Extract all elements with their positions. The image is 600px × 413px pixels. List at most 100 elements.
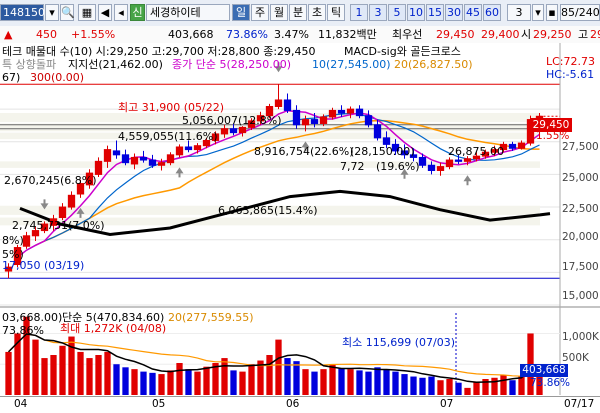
- candle-body: [58, 206, 67, 219]
- quote-bar: ▲ 450 +1.55% 403,668 73.86% 3.47% 11,832…: [0, 26, 600, 44]
- candle-body: [229, 128, 238, 134]
- volume-profile-band: [0, 132, 540, 140]
- stock-name-field[interactable]: 세경하이테: [146, 4, 230, 21]
- custom-interval-input[interactable]: 3: [507, 4, 531, 21]
- volume-bar: [266, 355, 273, 395]
- prev-stock-button[interactable]: ◂: [114, 4, 128, 21]
- page-counter[interactable]: 85/240: [560, 4, 600, 21]
- price-tick: 22,500: [562, 203, 599, 215]
- change-percent: +1.55%: [71, 28, 116, 41]
- turnover-percent: 3.47%: [274, 28, 309, 41]
- volume-legend-value: 03,668.00): [2, 311, 63, 324]
- volume-bar: [5, 351, 12, 395]
- stock-info-icon[interactable]: ▦: [78, 4, 96, 21]
- price-tick: 27,500: [562, 141, 599, 153]
- interval-button[interactable]: 3: [369, 4, 387, 21]
- settings-icon[interactable]: ▪: [546, 4, 558, 21]
- interval-button[interactable]: 15: [426, 4, 444, 21]
- volume-bar: [392, 371, 399, 395]
- volume-bar: [419, 377, 426, 395]
- search-icon[interactable]: 🔍: [60, 4, 75, 21]
- volume-bar: [41, 358, 48, 395]
- x-label: 07/17: [564, 398, 595, 410]
- candle-body: [310, 119, 319, 124]
- volume-bar: [149, 372, 156, 395]
- volume-profile-4: 7,72: [340, 160, 365, 173]
- volume-bar: [239, 371, 246, 395]
- x-label: 06: [286, 398, 300, 410]
- volume-value: 403,668: [168, 28, 214, 41]
- candle-body: [166, 154, 175, 164]
- candle-body: [463, 158, 472, 162]
- period-tab[interactable]: 틱: [327, 4, 345, 21]
- legend-ma300: 300(0.00): [30, 71, 85, 84]
- volume-tick: 1,000K: [562, 331, 599, 343]
- volume-bar: [347, 369, 354, 395]
- volume-bar: [59, 345, 66, 395]
- interval-button[interactable]: 45: [464, 4, 482, 21]
- period-tab[interactable]: 초: [308, 4, 326, 21]
- volume-bar: [473, 381, 480, 395]
- min-volume-label: 최소 115,699 (07/03): [342, 336, 456, 349]
- legend-breakout: 특 상향돌파: [2, 58, 57, 71]
- legend-ohlc: 테크 매물대 수(10) 시:29,250 고:29,700 저:28,800 …: [2, 45, 316, 58]
- legend-support: 지지선(21,462.00): [68, 58, 163, 71]
- volume-bar: [230, 370, 237, 395]
- x-label: 04: [14, 398, 28, 410]
- candle-body: [355, 108, 364, 117]
- best-ask: 29,450: [436, 28, 475, 41]
- candle-body: [346, 108, 355, 114]
- high-price: 29,: [590, 28, 600, 41]
- stock-code-input[interactable]: 148150: [0, 4, 45, 21]
- volume-bar: [221, 358, 228, 395]
- new-button[interactable]: 신: [130, 4, 145, 21]
- volume-bar: [320, 369, 327, 395]
- candle-body: [301, 119, 310, 126]
- volume-bar: [86, 358, 93, 395]
- volume-bar: [428, 376, 435, 395]
- volume-profile-5: 2,670,245(6.8%): [4, 174, 97, 187]
- price-tick: 20,000: [562, 231, 599, 243]
- candle-body: [328, 109, 337, 118]
- volume-bar: [338, 368, 345, 395]
- period-tab[interactable]: 분: [289, 4, 307, 21]
- volume-bar: [302, 369, 309, 395]
- volume-bar: [401, 374, 408, 395]
- period-tab[interactable]: 주: [251, 4, 269, 21]
- interval-button[interactable]: 30: [445, 4, 463, 21]
- volume-bar: [509, 380, 516, 395]
- lc-value: LC:72.73: [546, 55, 596, 68]
- volume-bar: [311, 371, 318, 395]
- volume-bar: [500, 375, 507, 395]
- custom-interval-dropdown[interactable]: ▾: [532, 4, 544, 21]
- volume-bar: [122, 367, 129, 395]
- max-volume-label: 최대 1,272K (04/08): [60, 322, 167, 335]
- volume-bar: [293, 361, 300, 395]
- volume-bar: [248, 364, 255, 395]
- volume-bar: [437, 380, 444, 395]
- volume-profile-2: 4,559,055(11.6%): [118, 130, 218, 143]
- legend-l3a: 67): [2, 71, 21, 84]
- volume-bar: [455, 382, 462, 395]
- interval-button[interactable]: 60: [483, 4, 501, 21]
- interval-button[interactable]: 1: [350, 4, 368, 21]
- candle-body: [418, 156, 427, 166]
- volume-bar: [491, 377, 498, 395]
- crossover-price-label: 26,875.00: [448, 145, 504, 158]
- candle-body: [238, 126, 247, 134]
- period-tab[interactable]: 월: [270, 4, 288, 21]
- candle-body: [94, 160, 103, 175]
- volume-bar: [356, 370, 363, 395]
- interval-button[interactable]: 5: [388, 4, 406, 21]
- volume-bar: [32, 339, 39, 395]
- candle-body: [157, 162, 166, 166]
- volume-bar: [131, 369, 138, 395]
- interval-button[interactable]: 10: [407, 4, 425, 21]
- sound-icon[interactable]: ◀: [98, 4, 112, 21]
- toolbar: 148150 ▾ 🔍 ▦ ◀ ◂ 신 세경하이테 일주월분초틱 1 3 5 10 15 3…: [0, 0, 600, 27]
- candle-body: [121, 154, 130, 164]
- period-tab[interactable]: 일: [232, 4, 250, 21]
- volume-bar: [446, 379, 453, 395]
- volume-profile-8: 8%): [2, 234, 24, 247]
- code-dropdown-button[interactable]: ▾: [45, 4, 59, 21]
